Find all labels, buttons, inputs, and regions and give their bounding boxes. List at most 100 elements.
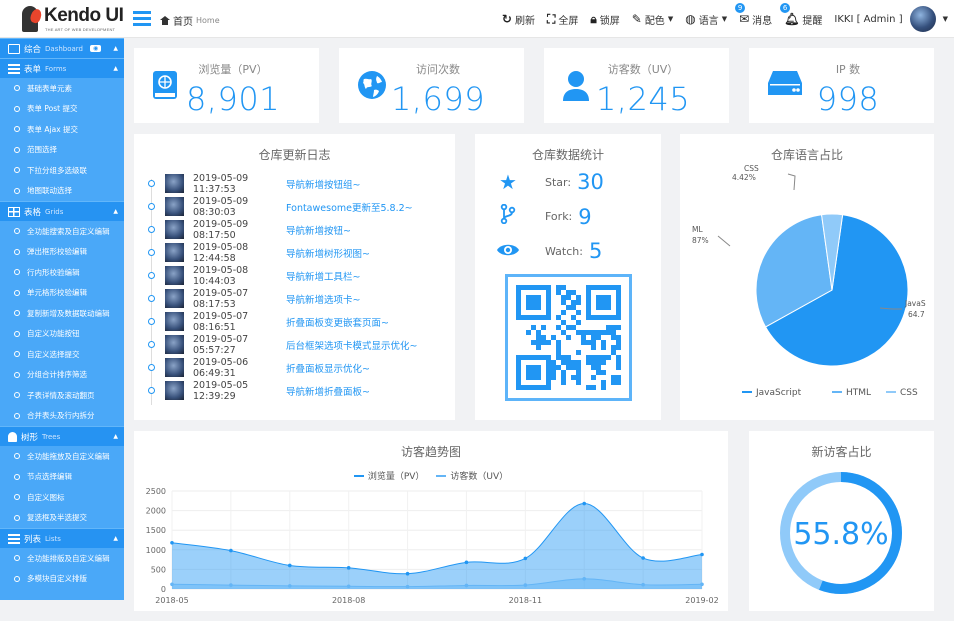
sidebar-item[interactable]: 自定义功能按钮 [0, 324, 124, 345]
chevron-up-icon: ▲ [113, 208, 118, 215]
log-entry: 2019-05-07 08:17:53 导航新增选项卡~ [148, 287, 448, 310]
data-point[interactable] [170, 582, 174, 587]
sidebar-item[interactable]: 分组合计排序筛选 [0, 365, 124, 386]
messages-button[interactable]: 9 ✉ 消息 [735, 2, 773, 27]
sidebar-item[interactable]: 复选框及半选提交 [0, 508, 124, 529]
pie-pct-css: 4.42% [732, 173, 756, 182]
data-point[interactable] [287, 563, 292, 568]
sidebar-item[interactable]: 下拉分组多选级联 [0, 160, 124, 181]
data-point[interactable] [405, 571, 410, 576]
data-point[interactable] [229, 548, 233, 553]
menu-toggle-icon[interactable] [133, 11, 151, 26]
log-message-link[interactable]: 导航新增按钮组~ [286, 177, 360, 191]
log-message-link[interactable]: 导航新增选项卡~ [286, 292, 360, 306]
refresh-button[interactable]: ↻ 刷新 [502, 12, 535, 27]
sidebar-group-dashboard[interactable]: 综合 Dashboard ◉ ▲ [0, 38, 124, 58]
visitor-trend-card: 访客趋势图 浏览量（PV） 访客数（UV） 2500 2000 1500 1000 500… [134, 431, 728, 611]
fullscreen-label: 全屏 [558, 15, 579, 27]
sidebar-item[interactable]: 复制新增及数据联动编辑 [0, 303, 124, 324]
legend-item-javascript[interactable]: JavaScript [755, 388, 802, 398]
language-button[interactable]: ◍ 语言 ▼ [685, 12, 727, 27]
sidebar-item[interactable]: 单元格形校验编辑 [0, 283, 124, 304]
sidebar-item[interactable]: 子表详情及滚动翻页 [0, 385, 124, 406]
data-point[interactable] [523, 583, 528, 587]
home-icon [8, 43, 20, 54]
stat-value: 1,245 [595, 80, 691, 118]
visitor-trend-title: 访客趋势图 [400, 445, 461, 459]
data-point[interactable] [523, 556, 528, 561]
data-point[interactable] [405, 584, 410, 589]
sidebar-item[interactable]: 表单 Ajax 提交 [0, 119, 124, 140]
messages-badge: 9 [735, 2, 746, 13]
log-message-link[interactable]: 导航新增按钮~ [286, 223, 351, 237]
fork-icon [495, 203, 521, 229]
data-point[interactable] [641, 556, 645, 560]
watch-row: Watch: 5 [495, 239, 602, 263]
log-message-link[interactable]: Fontawesome更新至5.8.2~ [286, 200, 413, 214]
top-header: Kendo UI THE ART OF WEB DEVELOPMENT 首页 H… [0, 0, 954, 38]
list-icon [8, 533, 20, 544]
alerts-button[interactable]: 6 🔔︎ 提醒 [780, 2, 822, 27]
data-point[interactable] [464, 560, 469, 565]
sidebar-item[interactable]: 表单 Post 提交 [0, 99, 124, 120]
sidebar-item[interactable]: 地图联动选择 [0, 181, 124, 202]
data-point[interactable] [641, 582, 645, 587]
sidebar-group-forms[interactable]: 表单 Forms ▲ [0, 58, 124, 78]
timeline-dot-icon [148, 180, 155, 187]
log-message-link[interactable]: 折叠面板显示优化~ [286, 361, 370, 375]
brush-icon: ✎ [631, 12, 642, 26]
data-point[interactable] [346, 584, 351, 589]
log-message-link[interactable]: 后台框架选项卡模式显示优化~ [286, 338, 417, 352]
sidebar-item[interactable]: 行内形校验编辑 [0, 262, 124, 283]
data-point[interactable] [464, 583, 469, 588]
lock-label: 锁屏 [599, 15, 620, 27]
sidebar-item[interactable]: 自定义图标 [0, 487, 124, 508]
user-menu[interactable]: IKKI [ Admin ] ▼ [834, 6, 948, 32]
sidebar-group-lists[interactable]: 列表 Lists ▲ [0, 528, 124, 548]
stat-value: 998 [816, 80, 880, 118]
sidebar-item[interactable]: 全功能排版及自定义编辑 [0, 548, 124, 569]
logo-title: Kendo UI [44, 5, 124, 26]
update-log-card: 仓库更新日志 2019-05-09 11:37:53 导航新增按钮组~ 2019-0… [134, 134, 455, 420]
legend-item-html[interactable]: HTML [846, 388, 871, 398]
sidebar-item[interactable]: 弹出框形校验编辑 [0, 242, 124, 263]
data-point[interactable] [582, 577, 587, 581]
logo[interactable]: Kendo UI THE ART OF WEB DEVELOPMENT [20, 4, 124, 34]
sidebar-group-trees[interactable]: 树形 Trees ▲ [0, 426, 124, 446]
log-message-link[interactable]: 导航新增树形视图~ [286, 246, 370, 260]
log-message-link[interactable]: 导航新增工具栏~ [286, 269, 360, 283]
sidebar-item[interactable]: 基础表单元素 [0, 78, 124, 99]
data-point[interactable] [700, 582, 704, 587]
breadcrumb-label: 首页 [173, 17, 193, 28]
lock-button[interactable]: 🔒︎ 锁屏 [590, 12, 619, 27]
language-chart-card: 仓库语言占比 CSS 4.42% ML 87% JavaS 64.7 JavaScript H… [680, 134, 934, 420]
sidebar-item[interactable]: 自定义选择提交 [0, 344, 124, 365]
sidebar-item[interactable]: 节点选择编辑 [0, 467, 124, 488]
data-point[interactable] [346, 566, 351, 570]
data-point[interactable] [700, 552, 704, 557]
stat-label: 浏览量（PV） [198, 63, 268, 76]
sidebar-item[interactable]: 全功能拖放及自定义编辑 [0, 446, 124, 467]
log-entry: 2019-05-05 12:39:29 导航新增折叠面板~ [148, 379, 448, 402]
data-point[interactable] [582, 501, 587, 506]
sidebar-item[interactable]: 范围选择 [0, 140, 124, 161]
data-point[interactable] [229, 583, 233, 587]
log-message-link[interactable]: 导航新增折叠面板~ [286, 384, 370, 398]
color-button[interactable]: ✎ 配色 ▼ [632, 12, 673, 27]
sidebar-item[interactable]: 全功能搜索及自定义编辑 [0, 221, 124, 242]
messages-label: 消息 [752, 15, 773, 27]
breadcrumb[interactable]: 首页 Home [160, 13, 220, 28]
sidebar-group-grids[interactable]: 表格 Grids ▲ [0, 201, 124, 221]
header-toolbar: ↻ 刷新 ⛶ 全屏 🔒︎ 锁屏 ✎ 配色 ▼ ◍ 语言 ▼ 9 ✉ 消息 6 🔔︎ 提醒 IKKI [… [502, 0, 954, 38]
sidebar-item[interactable]: 合并表头及行内拆分 [0, 406, 124, 427]
star-icon: ★ [499, 170, 517, 194]
data-point[interactable] [170, 540, 174, 545]
data-point[interactable] [287, 584, 292, 588]
fullscreen-button[interactable]: ⛶ 全屏 [547, 12, 578, 27]
legend-item-css[interactable]: CSS [900, 388, 918, 398]
timeline-dot-icon [148, 226, 155, 233]
pie-label-js: JavaS [904, 299, 926, 308]
lock-icon: 🔒︎ [590, 12, 597, 26]
sidebar-item[interactable]: 多模块自定义排版 [0, 569, 124, 590]
log-message-link[interactable]: 折叠面板变更嵌套页面~ [286, 315, 389, 329]
